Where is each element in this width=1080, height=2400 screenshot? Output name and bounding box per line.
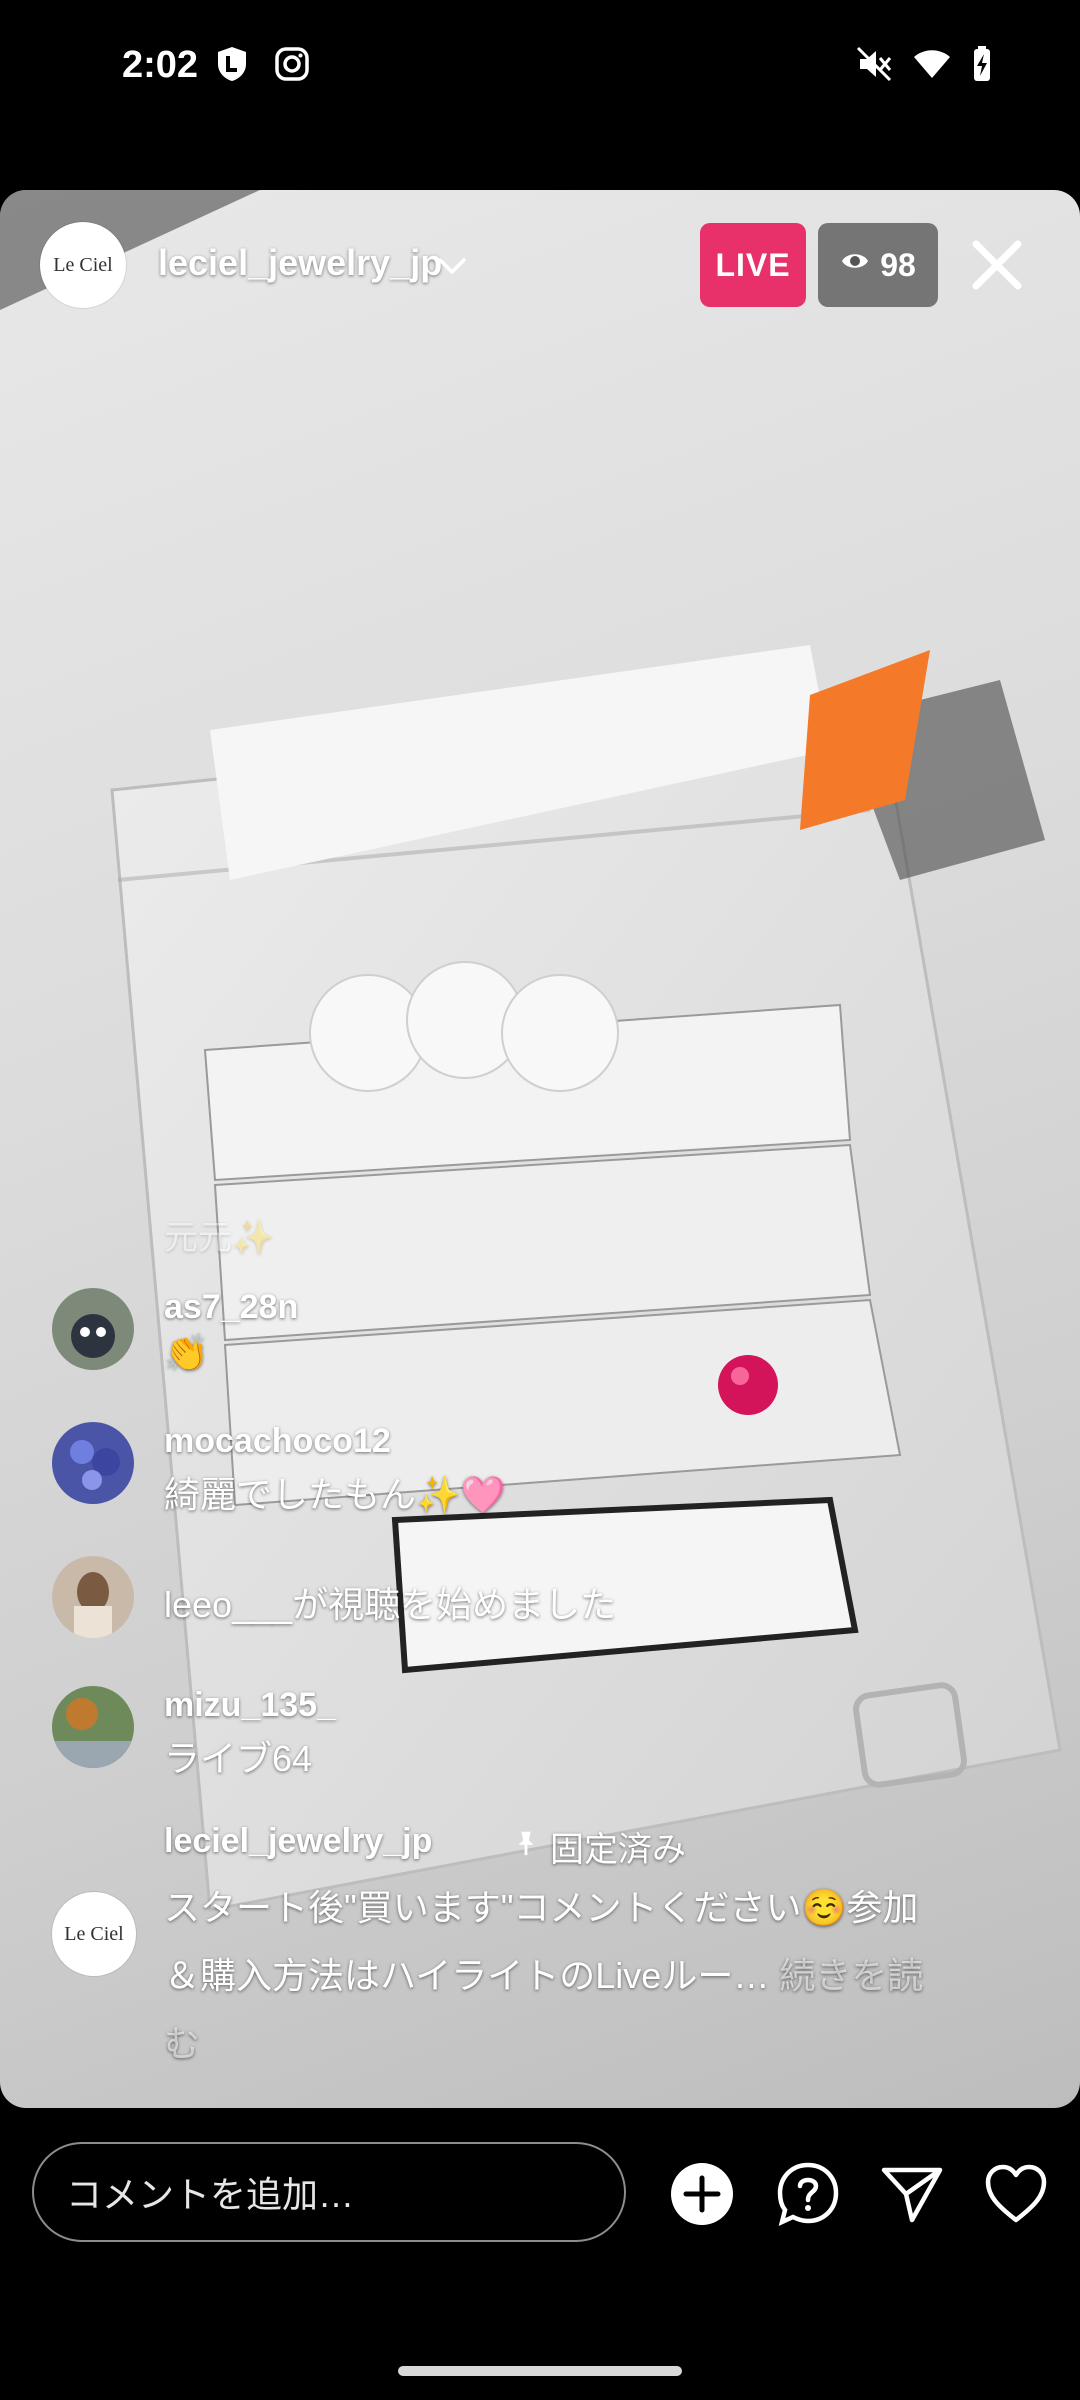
comment-item: as7_28n 👏 [52,1288,952,1378]
pinned-label: 固定済み [512,1822,686,1871]
mute-icon [854,44,894,84]
comment-text: ライブ64 [164,1738,313,1779]
pinned-comment[interactable]: スタート後"買います"コメントください☺️参加＆購入方法はハイライトのLiveル… [164,1874,924,2078]
status-time: 2:02 [122,44,199,86]
comment-avatar[interactable] [52,1686,134,1768]
comment-text: 👏 [164,1332,209,1373]
host-avatar[interactable]: Le Ciel [40,222,126,308]
chevron-down-icon[interactable] [434,248,470,284]
host-name[interactable]: leciel_jewelry_jp [158,242,442,284]
pinned-label-text: 固定済み [550,1831,686,1869]
eye-icon [840,246,870,284]
live-badge: LIVE [700,223,806,307]
comment-item: 元元✨ [52,1200,952,1260]
comment-placeholder: コメントを追加… [66,2174,355,2215]
wifi-icon [912,44,952,84]
question-icon[interactable] [774,2160,842,2228]
pinned-avatar[interactable]: Le Ciel [52,1892,136,1976]
status-bar: 2:02 [0,0,1080,135]
heart-icon[interactable] [982,2160,1050,2228]
comment-avatar[interactable] [52,1288,134,1370]
send-icon[interactable] [878,2160,946,2228]
pin-icon [512,1827,540,1866]
comment-text: leeo___が視聴を始めました [164,1584,617,1625]
pinned-username: leciel_jewelry_jp [164,1822,433,1860]
viewer-count-badge: 98 [818,223,938,307]
comment-username: mizu_135_ [164,1686,336,1724]
video-scene [0,190,1080,2108]
comment-username: 元元✨ [164,1219,275,1257]
viewer-count: 98 [880,246,916,283]
instagram-icon [272,44,312,84]
comment-avatar[interactable] [52,1556,134,1638]
comment-item: leeo___が視聴を始めました [52,1556,952,1646]
comment-text: 綺麗でしたもん✨🩷 [164,1474,506,1515]
comment-item: mizu_135_ ライブ64 [52,1686,952,1779]
battery-charging-icon [962,44,1002,84]
comment-input[interactable]: コメントを追加… [32,2142,626,2242]
comment-item: mocachoco12 綺麗でしたもん✨🩷 [52,1422,952,1515]
comment-username: mocachoco12 [164,1422,391,1460]
home-indicator[interactable] [398,2366,682,2376]
live-video[interactable]: Le Ciel leciel_jewelry_jp LIVE 98 元元✨ as… [0,190,1080,2108]
comment-username: as7_28n [164,1288,299,1326]
comment-avatar[interactable] [52,1422,134,1504]
add-icon[interactable] [668,2160,736,2228]
pinned-comment-header: leciel_jewelry_jp 固定済み [52,1822,952,1882]
shield-app-icon [212,44,252,84]
close-icon[interactable] [962,230,1032,300]
